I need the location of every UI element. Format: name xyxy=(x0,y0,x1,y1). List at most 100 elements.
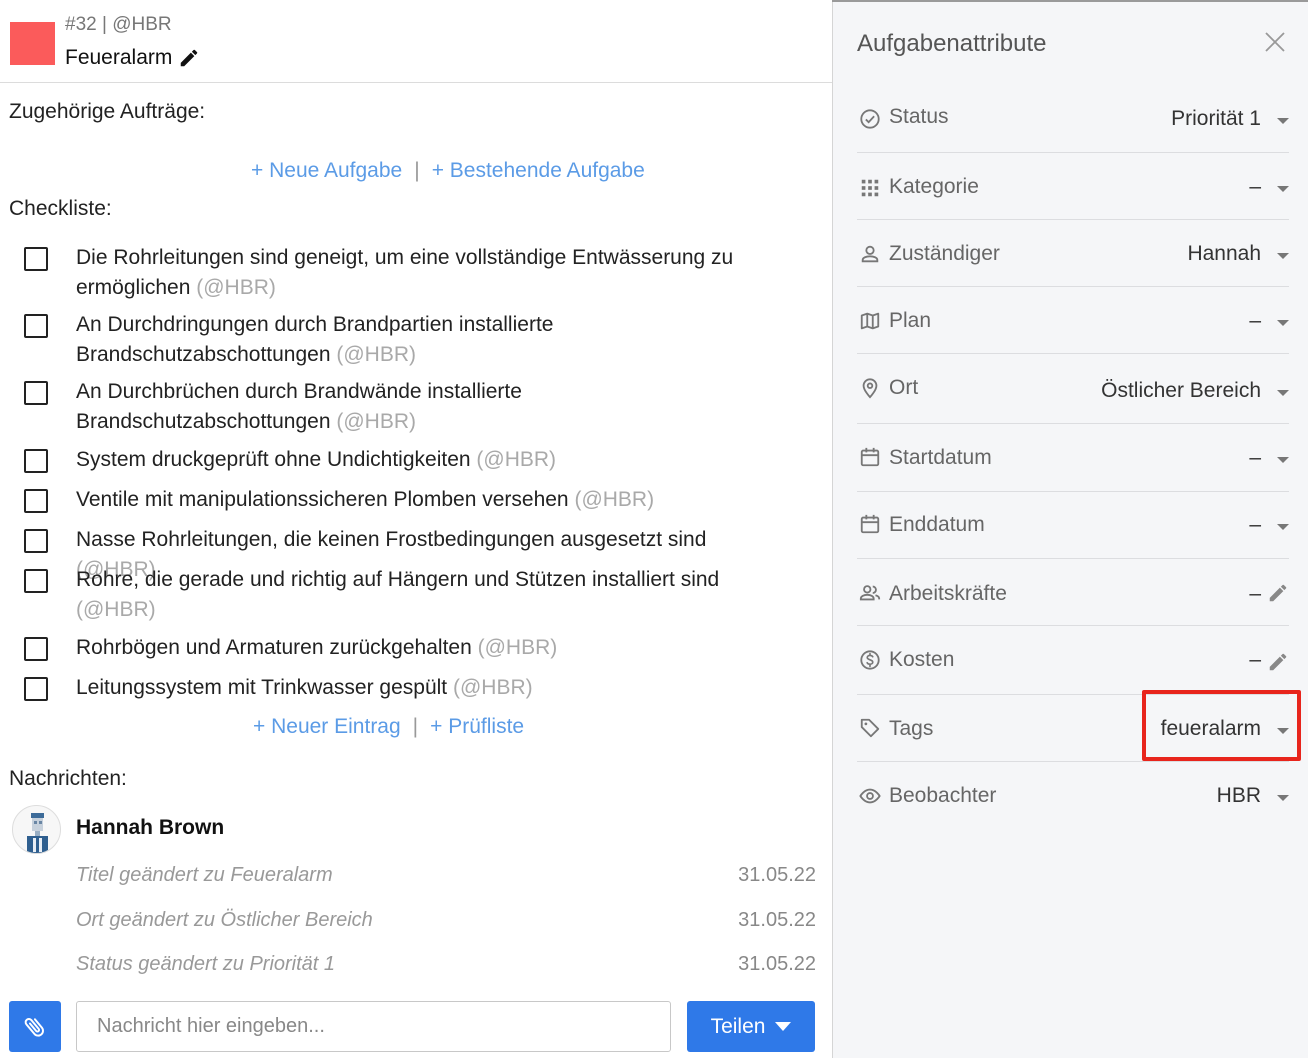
attr-value: – xyxy=(1249,582,1261,605)
attr-row-plan[interactable]: Plan – xyxy=(857,287,1289,354)
attr-label: Arbeitskräfte xyxy=(889,582,1007,605)
checklist-item-owner: (@HBR) xyxy=(452,676,533,699)
checklist-item-owner: (@HBR) xyxy=(196,276,276,299)
related-links: + Neue Aufgabe | + Bestehende Aufgabe xyxy=(251,159,645,183)
close-icon[interactable] xyxy=(1263,30,1287,54)
attr-row-location[interactable]: Ort Östlicher Bereich xyxy=(857,354,1289,424)
checklist-item-text: Die Rohrleitungen sind geneigt, um eine … xyxy=(76,243,756,303)
new-entry-link[interactable]: + Neuer Eintrag xyxy=(253,715,401,738)
attr-value: – xyxy=(1249,175,1261,198)
paperclip-icon xyxy=(24,1017,44,1037)
attr-label: Startdatum xyxy=(889,446,992,469)
checklist-item-label: System druckgeprüft ohne Undichtigkeiten xyxy=(76,448,471,471)
attr-row-watchers[interactable]: Beobachter HBR xyxy=(857,762,1289,830)
checklist-checkbox[interactable] xyxy=(24,529,48,553)
separator: | xyxy=(412,715,419,738)
checklist-item-owner: (@HBR) xyxy=(76,598,156,621)
checklist-checkbox[interactable] xyxy=(24,449,48,473)
checklist-checkbox[interactable] xyxy=(24,677,48,701)
check-circle-icon xyxy=(860,109,880,129)
attr-row-assignee[interactable]: Zuständiger Hannah xyxy=(857,220,1289,287)
task-color-swatch[interactable] xyxy=(10,22,55,65)
checklist-item-text: Ventile mit manipulationssicheren Plombe… xyxy=(76,485,756,515)
caret-down-icon xyxy=(1277,524,1289,530)
checklist-item-label: Rohrbögen und Armaturen zurückgehalten xyxy=(76,636,472,659)
map-icon xyxy=(860,312,880,330)
new-task-link[interactable]: + Neue Aufgabe xyxy=(251,159,402,182)
eye-icon xyxy=(859,788,881,804)
attr-value: HBR xyxy=(1216,784,1261,807)
caret-down-icon xyxy=(1277,390,1289,396)
message-date: 31.05.22 xyxy=(738,864,816,886)
task-title[interactable]: Feueralarm xyxy=(65,46,200,70)
checklist-item-owner: (@HBR) xyxy=(574,488,655,511)
checklist-checkbox[interactable] xyxy=(24,569,48,593)
attr-value: – xyxy=(1249,446,1261,469)
checklist-checkbox[interactable] xyxy=(24,637,48,661)
attr-label: Kategorie xyxy=(889,175,979,198)
message-entry: Status geändert zu Priorität 1 31.05.22 xyxy=(76,953,816,976)
caret-down-icon xyxy=(1277,320,1289,326)
checklist-checkbox[interactable] xyxy=(24,314,48,338)
existing-task-link[interactable]: + Bestehende Aufgabe xyxy=(432,159,645,182)
pencil-icon[interactable] xyxy=(1267,651,1289,673)
attr-row-tags[interactable]: Tags feueralarm xyxy=(857,695,1289,762)
attr-row-costs[interactable]: Kosten – xyxy=(857,626,1289,695)
attr-row-category[interactable]: Kategorie – xyxy=(857,153,1289,220)
people-icon xyxy=(859,585,881,601)
checklist-item-text: An Durchbrüchen durch Brandwände install… xyxy=(76,377,546,437)
checklist-item: Die Rohrleitungen sind geneigt, um eine … xyxy=(24,243,814,303)
tag-icon xyxy=(860,718,880,738)
checklist-links: + Neuer Eintrag | + Prüfliste xyxy=(253,715,524,739)
checklist-item: Ventile mit manipulationssicheren Plombe… xyxy=(24,485,814,515)
message-date: 31.05.22 xyxy=(738,909,816,931)
checklist-item-text: An Durchdringungen durch Brandpartien in… xyxy=(76,310,576,370)
checklist-checkbox[interactable] xyxy=(24,247,48,271)
attr-value: feueralarm xyxy=(1160,717,1261,740)
attr-value: – xyxy=(1249,513,1261,536)
share-button[interactable]: Teilen xyxy=(687,1001,815,1052)
dollar-circle-icon xyxy=(860,650,880,670)
checklist-item-text: Rohre, die gerade und richtig auf Hänger… xyxy=(76,565,736,625)
checklist-item-text: Leitungssystem mit Trinkwasser gespült (… xyxy=(76,673,756,703)
panel-title: Aufgabenattribute xyxy=(857,30,1047,57)
attr-row-start-date[interactable]: Startdatum – xyxy=(857,424,1289,492)
attr-label: Enddatum xyxy=(889,513,985,536)
grid-icon xyxy=(861,179,879,197)
user-avatar-icon xyxy=(27,813,48,853)
attr-label: Ort xyxy=(889,376,919,399)
related-tasks-label: Zugehörige Aufträge: xyxy=(9,100,206,123)
attr-value: Östlicher Bereich xyxy=(1101,379,1261,402)
caret-down-icon xyxy=(1277,118,1289,124)
messages-label: Nachrichten: xyxy=(9,767,127,790)
checklist-item-label: An Durchdringungen durch Brandpartien in… xyxy=(76,313,554,366)
message-author: Hannah Brown xyxy=(76,816,225,839)
task-title-text: Feueralarm xyxy=(65,46,173,69)
checklist-checkbox[interactable] xyxy=(24,381,48,405)
checklist-template-link[interactable]: + Prüfliste xyxy=(430,715,524,738)
attr-row-end-date[interactable]: Enddatum – xyxy=(857,492,1289,559)
checklist-checkbox[interactable] xyxy=(24,489,48,513)
calendar-icon xyxy=(860,447,880,467)
message-entry: Titel geändert zu Feueralarm 31.05.22 xyxy=(76,864,816,887)
checklist-label: Checkliste: xyxy=(9,197,112,220)
user-icon xyxy=(861,245,879,263)
message-input[interactable] xyxy=(76,1001,671,1052)
attr-label: Zuständiger xyxy=(889,242,1000,265)
attr-row-workers[interactable]: Arbeitskräfte – xyxy=(857,559,1289,626)
attr-row-status[interactable]: Status Priorität 1 xyxy=(857,87,1289,153)
attr-value: Priorität 1 xyxy=(1171,107,1261,130)
checklist-item-label: An Durchbrüchen durch Brandwände install… xyxy=(76,380,522,433)
task-id: #32 | @HBR xyxy=(65,14,172,35)
caret-down-icon xyxy=(775,1022,792,1031)
checklist-item: System druckgeprüft ohne Undichtigkeiten… xyxy=(24,445,814,475)
task-header: #32 | @HBR Feueralarm xyxy=(0,2,832,83)
attach-button[interactable] xyxy=(9,1001,61,1052)
checklist-item-owner: (@HBR) xyxy=(336,343,417,366)
task-detail-panel: #32 | @HBR Feueralarm Zugehörige Aufträg… xyxy=(0,0,832,1058)
attr-value: Hannah xyxy=(1187,242,1261,265)
avatar xyxy=(12,805,61,854)
pencil-icon[interactable] xyxy=(178,47,200,69)
pencil-icon[interactable] xyxy=(1267,582,1289,604)
attr-label: Plan xyxy=(889,309,932,332)
